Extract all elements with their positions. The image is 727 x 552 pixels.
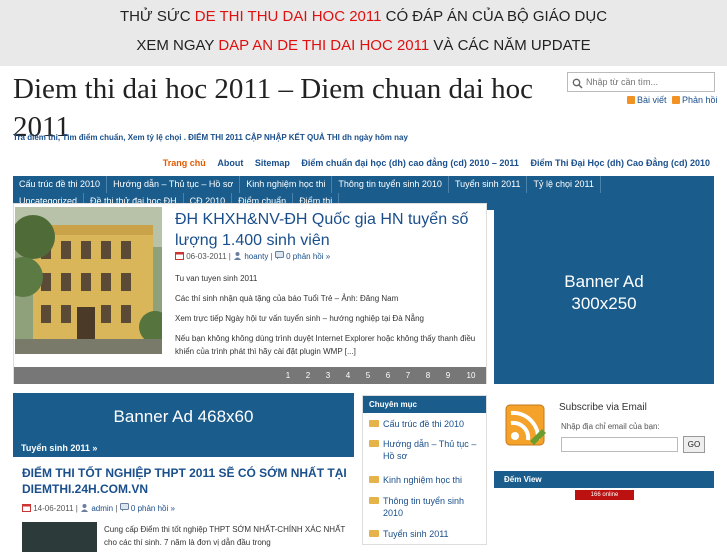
featured-paragraph: Tu van tuyen sinh 2011 <box>175 274 258 283</box>
catnav-item[interactable]: Cấu trúc đề thi 2010 <box>13 176 108 193</box>
category-link[interactable]: Cấu trúc đề thi 2010 <box>369 418 484 430</box>
catnav-item[interactable]: Hướng dẫn – Thủ tục – Hồ sơ <box>107 176 241 193</box>
subscribe-title: Subscribe via Email <box>559 402 647 413</box>
promo-banner[interactable]: THỬ SỨC DE THI THU DAI HOC 2011 CÓ ĐÁP Á… <box>0 0 727 66</box>
banner-300-line-2: 300x250 <box>571 294 637 313</box>
folder-icon <box>369 420 379 427</box>
dem-view-title: Đếm View <box>494 471 714 488</box>
categories-widget: Chuyên mục Cấu trúc đề thi 2010 Hướng dẫ… <box>362 395 487 545</box>
pager-button[interactable]: 10 <box>463 369 479 382</box>
featured-comments[interactable]: 0 phản hồi » <box>286 252 330 261</box>
folder-icon <box>369 530 379 537</box>
promo-line-1-prefix: THỬ SỨC <box>119 8 191 25</box>
pager-button[interactable]: 2 <box>300 369 316 382</box>
category-label: Thông tin tuyển sinh 2010 <box>383 496 465 518</box>
subscribe-widget: Subscribe via Email Nhập địa chỉ email c… <box>494 395 714 461</box>
featured-paragraph: Xem trực tiếp Ngày hội tư vấn tuyển sinh… <box>175 314 425 323</box>
featured-slider: ĐH KHXH&NV-ĐH Quốc gia HN tuyển số lượng… <box>13 203 487 384</box>
comment-icon <box>119 503 131 513</box>
featured-meta: 06-03-2011 | hoanty | 0 phản hồi » <box>175 251 330 261</box>
feed-links: Bài viết Phản hồi <box>627 95 718 105</box>
featured-image[interactable] <box>15 207 162 354</box>
section-header[interactable]: Tuyển sinh 2011 » <box>13 440 354 457</box>
comments-feed-label: Phản hồi <box>682 95 718 105</box>
slider-pager: 1 2 3 4 5 6 7 8 9 10 <box>14 367 486 384</box>
pager-button[interactable]: 3 <box>320 369 336 382</box>
category-link[interactable]: Kinh nghiệm học thi <box>369 474 484 486</box>
banner-ad-300x250[interactable]: Banner Ad 300x250 <box>494 203 714 384</box>
search-box[interactable] <box>567 72 715 92</box>
post-author[interactable]: admin <box>91 504 113 513</box>
pager-button[interactable]: 8 <box>420 369 436 382</box>
rss-feed-icon <box>500 399 550 456</box>
promo-line-1[interactable]: THỬ SỨC DE THI THU DAI HOC 2011 CÓ ĐÁP Á… <box>0 8 727 25</box>
post-thumbnail[interactable] <box>22 522 97 552</box>
catnav-item[interactable]: Tỷ lệ chọi 2011 <box>527 176 601 193</box>
category-link[interactable]: Thông tin tuyển sinh 2010 <box>369 495 484 519</box>
subscribe-label: Nhập địa chỉ email của bạn: <box>561 422 660 431</box>
promo-line-2[interactable]: XEM NGAY DAP AN DE THI DAI HOC 2011 VÀ C… <box>0 37 727 54</box>
folder-icon <box>369 476 379 483</box>
post-title[interactable]: ĐIỂM THI TỐT NGHIỆP THPT 2011 SẼ CÓ SỚM … <box>22 465 352 497</box>
post-comments[interactable]: 0 phản hồi » <box>131 504 175 513</box>
banner-300-line-1: Banner Ad <box>564 272 644 291</box>
comment-icon <box>274 251 286 261</box>
nav-about[interactable]: About <box>217 158 243 168</box>
user-icon <box>233 252 244 261</box>
category-nav-row-1: Cấu trúc đề thi 2010 Hướng dẫn – Thủ tục… <box>13 176 601 193</box>
subscribe-go-button[interactable]: GO <box>683 436 705 453</box>
email-field[interactable] <box>561 437 678 452</box>
promo-line-2-highlight[interactable]: DAP AN DE THI DAI HOC 2011 <box>218 37 429 54</box>
promo-line-2-prefix: XEM NGAY <box>136 37 215 54</box>
category-label: Cấu trúc đề thi 2010 <box>383 419 465 429</box>
promo-line-1-suffix: CÓ ĐÁP ÁN CỦA BỘ GIÁO DỤC <box>385 8 608 25</box>
pager-button[interactable]: 5 <box>360 369 376 382</box>
featured-paragraph: Các thí sinh nhận quà tặng của báo Tuổi … <box>175 294 399 303</box>
nav-diem-thi[interactable]: Điểm Thi Đại Học (dh) Cao Đẳng (cd) 2010 <box>530 158 710 168</box>
banner-300-text: Banner Ad 300x250 <box>494 271 714 315</box>
banner-ad-468x60[interactable]: Banner Ad 468x60 <box>13 393 354 440</box>
search-input[interactable] <box>586 74 712 90</box>
featured-author[interactable]: hoanty <box>244 252 268 261</box>
categories-title: Chuyên mục <box>363 396 486 413</box>
online-counter-badge[interactable]: 166 online <box>575 490 634 500</box>
pager-button[interactable]: 6 <box>380 369 396 382</box>
category-link[interactable]: Tuyển sinh 2011 <box>369 528 484 540</box>
category-label: Tuyển sinh 2011 <box>383 529 449 539</box>
nav-sitemap[interactable]: Sitemap <box>255 158 290 168</box>
category-label: Kinh nghiệm học thi <box>383 475 463 485</box>
catnav-item[interactable]: Kinh nghiệm học thi <box>240 176 333 193</box>
pager-button[interactable]: 7 <box>400 369 416 382</box>
posts-feed-link[interactable]: Bài viết <box>627 95 667 105</box>
search-icon[interactable] <box>572 76 583 94</box>
post-excerpt: Cung cấp Điểm thi tốt nghiệp THPT SỚM NH… <box>104 525 346 547</box>
nav-diem-chuan[interactable]: Điểm chuẩn đại học (dh) cao đẳng (cd) 20… <box>301 158 519 168</box>
featured-paragraph: Nếu bạn không không dùng trình duyệt Int… <box>175 334 476 356</box>
catnav-item[interactable]: Thông tin tuyển sinh 2010 <box>332 176 449 193</box>
folder-icon <box>369 440 379 447</box>
rss-icon <box>627 96 635 104</box>
user-icon <box>80 504 91 513</box>
pager-button[interactable]: 9 <box>440 369 456 382</box>
featured-date: 06-03-2011 <box>186 252 227 261</box>
category-link[interactable]: Hướng dẫn – Thủ tục – Hồ sơ <box>369 438 484 462</box>
site-tagline: Tra điểm thi, Tìm điểm chuẩn, Xem tỷ lệ … <box>13 133 408 142</box>
rss-icon <box>672 96 681 104</box>
promo-line-1-highlight[interactable]: DE THI THU DAI HOC 2011 <box>195 8 382 25</box>
catnav-item[interactable]: Tuyển sinh 2011 <box>449 176 528 193</box>
pager-button[interactable]: 4 <box>340 369 356 382</box>
folder-icon <box>369 497 379 504</box>
pages-nav: Trang chủ About Sitemap Điểm chuẩn đại h… <box>154 158 710 168</box>
calendar-icon <box>175 252 186 261</box>
post-meta: 14-06-2011 | admin | 0 phản hồi » <box>22 503 175 513</box>
promo-line-2-suffix: VÀ CÁC NĂM UPDATE <box>433 37 591 54</box>
nav-home[interactable]: Trang chủ <box>163 158 206 168</box>
comments-feed-link[interactable]: Phản hồi <box>672 95 718 105</box>
category-label: Hướng dẫn – Thủ tục – Hồ sơ <box>383 439 477 461</box>
calendar-icon <box>22 504 33 513</box>
pager-button[interactable]: 1 <box>280 369 296 382</box>
featured-title[interactable]: ĐH KHXH&NV-ĐH Quốc gia HN tuyển số lượng… <box>175 209 485 251</box>
posts-feed-label: Bài viết <box>637 95 667 105</box>
post-date: 14-06-2011 <box>33 504 74 513</box>
